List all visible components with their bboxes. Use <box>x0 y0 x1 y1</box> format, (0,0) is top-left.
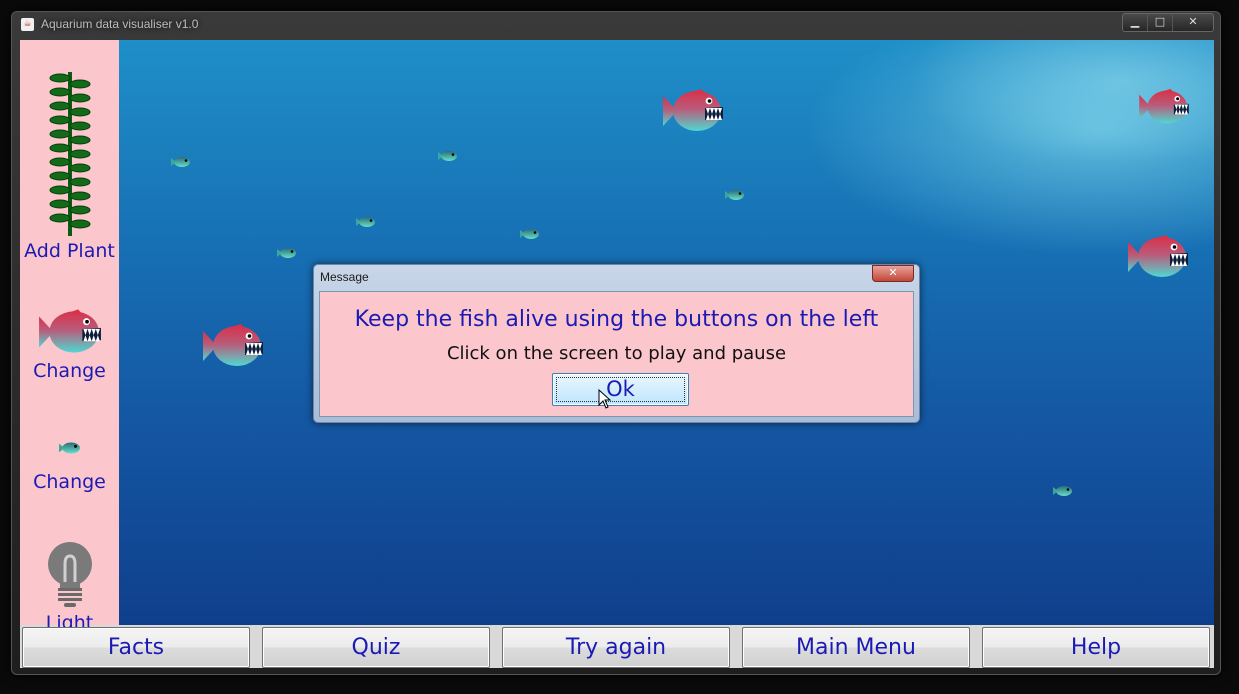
light-button[interactable]: Light <box>20 542 119 634</box>
small-fish <box>171 156 191 168</box>
add-plant-label: Add Plant <box>24 240 115 262</box>
piranha-fish <box>1131 88 1197 126</box>
help-button[interactable]: Help <box>982 627 1210 668</box>
small-fish <box>356 216 376 228</box>
focus-ring <box>556 377 685 402</box>
small-fish <box>1053 485 1073 497</box>
small-fish <box>275 247 299 259</box>
close-button[interactable]: ✕ <box>1172 14 1213 31</box>
big-fish-icon <box>37 308 103 356</box>
mouse-cursor-icon <box>598 389 612 409</box>
add-plant-button[interactable]: Add Plant <box>20 70 119 262</box>
quiz-button[interactable]: Quiz <box>262 627 490 668</box>
dialog-message: Keep the fish alive using the buttons on… <box>354 307 879 332</box>
window-title: Aquarium data visualiser v1.0 <box>41 17 199 31</box>
dialog-body: Keep the fish alive using the buttons on… <box>319 291 914 417</box>
main-menu-button[interactable]: Main Menu <box>742 627 970 668</box>
sidebar: Add Plant Change Change Light <box>20 40 119 634</box>
ok-button[interactable]: Ok <box>552 373 689 406</box>
dialog-title: Message <box>320 270 369 284</box>
facts-button[interactable]: Facts <box>22 627 250 668</box>
piranha-fish <box>661 88 725 134</box>
title-bar: ☕ Aquarium data visualiser v1.0 ▁ □ ✕ <box>12 12 1220 38</box>
change-small-fish-label: Change <box>33 471 106 493</box>
change-small-fish-button[interactable]: Change <box>20 440 119 493</box>
lightbulb-icon <box>47 542 92 607</box>
maximize-button[interactable]: □ <box>1147 14 1172 31</box>
message-dialog: Message ✕ Keep the fish alive using the … <box>313 264 920 423</box>
plant-icon <box>49 72 90 236</box>
window-controls: ▁ □ ✕ <box>1122 13 1214 32</box>
small-fish <box>520 228 540 240</box>
java-app-icon: ☕ <box>21 18 34 31</box>
try-again-button[interactable]: Try again <box>502 627 730 668</box>
piranha-fish <box>201 323 265 369</box>
dialog-sub-message: Click on the screen to play and pause <box>446 343 787 364</box>
piranha-fish <box>1126 234 1190 280</box>
change-big-fish-label: Change <box>33 360 106 382</box>
minimize-button[interactable]: ▁ <box>1123 14 1147 31</box>
small-fish <box>438 150 458 162</box>
bottom-toolbar: Facts Quiz Try again Main Menu Help <box>20 627 1214 668</box>
change-big-fish-button[interactable]: Change <box>20 308 119 382</box>
small-fish-icon <box>59 441 81 455</box>
dialog-close-button[interactable]: ✕ <box>872 265 914 282</box>
small-fish <box>725 189 745 201</box>
